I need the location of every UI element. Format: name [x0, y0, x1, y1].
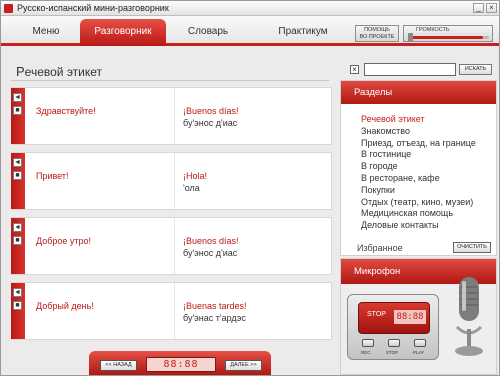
- volume-fill: [412, 36, 483, 39]
- phrase-russian: Доброе утро!: [36, 236, 92, 246]
- app-window: Русско-испанский мини-разговорник _ × Ме…: [0, 0, 500, 376]
- sections-header: Разделы: [341, 81, 496, 104]
- card-strip: ◄ ■: [11, 153, 25, 209]
- volume-label: ГРОМКОСТЬ: [416, 27, 450, 33]
- phrase-transcription: бу'энас т'ардэс: [183, 313, 246, 323]
- play-icon[interactable]: ◄: [13, 223, 22, 232]
- phrase-spanish: ¡Buenos días!: [183, 106, 239, 116]
- play-icon[interactable]: ◄: [13, 93, 22, 102]
- phrase-card: ◄ ■ Здравствуйте! ¡Buenos días! бу'энос …: [11, 87, 332, 145]
- search-clear-button[interactable]: ×: [350, 65, 359, 74]
- record-label: REC: [361, 350, 371, 355]
- favorites-link[interactable]: Избранное: [357, 243, 403, 253]
- section-item[interactable]: Медицинская помощь: [361, 208, 476, 220]
- phrase-spanish: ¡Buenos días!: [183, 236, 239, 246]
- search-input[interactable]: [364, 63, 456, 76]
- tab-practice[interactable]: Практикум: [263, 19, 343, 46]
- card-separator: [174, 88, 175, 144]
- page-counter: 88:88: [146, 357, 216, 372]
- card-strip: ◄ ■: [11, 218, 25, 274]
- back-button[interactable]: << НАЗАД: [100, 360, 137, 371]
- section-item[interactable]: Отдых (театр, кино, музеи): [361, 197, 476, 209]
- stop-label: STOP: [386, 350, 399, 355]
- section-title: Речевой этикет: [16, 64, 102, 79]
- search-button[interactable]: ИСКАТЬ: [459, 64, 492, 75]
- section-title-cap: Р: [16, 64, 25, 79]
- help-button-line1: ПОМОЩЬ: [364, 27, 390, 33]
- tab-menu[interactable]: Меню: [16, 19, 76, 46]
- window-title: Русско-испанский мини-разговорник: [17, 3, 169, 13]
- phrase-card: ◄ ■ Доброе утро! ¡Buenos días! бу'энос д…: [11, 217, 332, 275]
- card-strip: ◄ ■: [11, 283, 25, 339]
- main-tabs: Меню Разговорник Словарь Практикум ПОМОЩ…: [1, 16, 499, 46]
- section-item[interactable]: В ресторане, кафе: [361, 173, 476, 185]
- recorder-status: STOP: [367, 311, 386, 318]
- sections-list: Речевой этикет Знакомство Приезд, отъезд…: [361, 114, 476, 232]
- play-icon[interactable]: ◄: [13, 158, 22, 167]
- section-title-rest: ечевой этикет: [24, 65, 103, 79]
- phrase-spanish: ¡Hola!: [183, 171, 208, 181]
- tab-phrasebook[interactable]: Разговорник: [80, 19, 166, 46]
- section-item[interactable]: В гостинице: [361, 149, 476, 161]
- section-item[interactable]: Речевой этикет: [361, 114, 476, 126]
- add-to-favorites-icon[interactable]: ■: [13, 301, 22, 310]
- volume-control[interactable]: ГРОМКОСТЬ: [403, 25, 493, 42]
- section-item[interactable]: Знакомство: [361, 126, 476, 138]
- card-separator: [174, 283, 175, 339]
- phrase-transcription: бу'энос д'иас: [183, 118, 238, 128]
- help-button[interactable]: ПОМОЩЬ ВО ПРОЕКТЕ: [355, 25, 399, 42]
- close-button[interactable]: ×: [486, 3, 497, 13]
- clear-button[interactable]: ОЧИСТИТЬ: [453, 242, 491, 253]
- app-icon: [4, 4, 13, 13]
- play-label: PLAY: [413, 350, 425, 355]
- section-item[interactable]: Деловые контакты: [361, 220, 476, 232]
- sections-panel: Разделы Речевой этикет Знакомство Приезд…: [340, 80, 497, 256]
- phrase-card: ◄ ■ Привет! ¡Hola! 'ола: [11, 152, 332, 210]
- section-item[interactable]: В городе: [361, 161, 476, 173]
- phrase-transcription: бу'энос д'иас: [183, 248, 238, 258]
- phrase-russian: Добрый день!: [36, 301, 94, 311]
- section-item[interactable]: Приезд, отъезд, на границе: [361, 138, 476, 150]
- add-to-favorites-icon[interactable]: ■: [13, 236, 22, 245]
- microphone-icon: [455, 277, 483, 356]
- play-icon[interactable]: ◄: [13, 288, 22, 297]
- divider: [11, 80, 329, 81]
- card-separator: [174, 153, 175, 209]
- minimize-button[interactable]: _: [473, 3, 484, 13]
- record-button[interactable]: [362, 339, 374, 347]
- forward-button[interactable]: ДАЛЕЕ >>: [225, 360, 262, 371]
- stop-button[interactable]: [388, 339, 400, 347]
- recorder: STOP 88:88 REC STOP PLAY: [347, 294, 439, 360]
- pager: << НАЗАД 88:88 ДАЛЕЕ >>: [89, 351, 271, 375]
- play-button[interactable]: [414, 339, 426, 347]
- help-button-line2: ВО ПРОЕКТЕ: [359, 34, 395, 40]
- title-bar: Русско-испанский мини-разговорник _ ×: [1, 1, 499, 16]
- card-strip: ◄ ■: [11, 88, 25, 144]
- add-to-favorites-icon[interactable]: ■: [13, 171, 22, 180]
- microphone-panel: Микрофон STOP 88:88 REC STOP PLAY: [340, 258, 497, 375]
- volume-handle[interactable]: [408, 33, 413, 42]
- recorder-time: 88:88: [394, 310, 426, 324]
- phrase-card: ◄ ■ Добрый день! ¡Buenas tardes! бу'энас…: [11, 282, 332, 340]
- card-separator: [174, 218, 175, 274]
- phrase-russian: Здравствуйте!: [36, 106, 96, 116]
- phrase-transcription: 'ола: [183, 183, 200, 193]
- recorder-display: STOP 88:88: [358, 302, 430, 334]
- add-to-favorites-icon[interactable]: ■: [13, 106, 22, 115]
- tab-dictionary[interactable]: Словарь: [170, 19, 246, 46]
- phrase-spanish: ¡Buenas tardes!: [183, 301, 247, 311]
- phrase-russian: Привет!: [36, 171, 69, 181]
- section-item[interactable]: Покупки: [361, 185, 476, 197]
